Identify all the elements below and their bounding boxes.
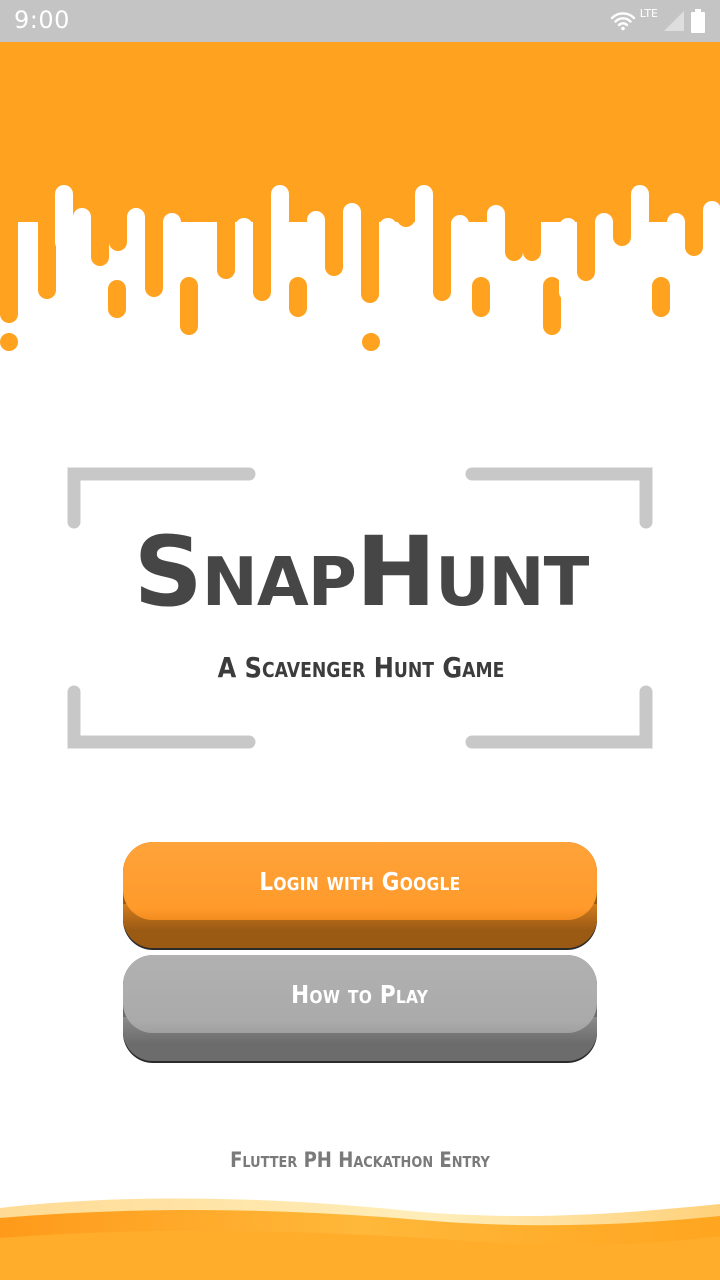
drip-header-graphic: [0, 42, 720, 351]
button-face: Login with Google: [123, 842, 597, 920]
status-icons: LTE: [610, 7, 706, 34]
bottom-wave-graphic: [0, 1198, 720, 1280]
status-time: 9:00: [14, 6, 70, 34]
status-bar: 9:00 LTE: [0, 0, 720, 42]
login-button-label: Login with Google: [259, 866, 461, 896]
network-type-label: LTE: [639, 7, 658, 20]
how-to-play-button[interactable]: How to Play: [123, 955, 597, 1061]
login-with-google-button[interactable]: Login with Google: [123, 842, 597, 948]
button-face: How to Play: [123, 955, 597, 1033]
splash-screen: 9:00 LTE SnapHunt A Scavenger Hunt Game …: [0, 0, 720, 1280]
wifi-icon: [610, 12, 635, 31]
footer-credit: Flutter PH Hackathon Entry: [230, 1148, 490, 1172]
app-subtitle: A Scavenger Hunt Game: [217, 651, 505, 684]
logo: SnapHunt A Scavenger Hunt Game: [66, 464, 656, 754]
signal-icon: [664, 11, 684, 31]
how-to-play-label: How to Play: [291, 979, 429, 1009]
battery-icon: [691, 9, 705, 33]
app-title: SnapHunt: [133, 516, 590, 628]
